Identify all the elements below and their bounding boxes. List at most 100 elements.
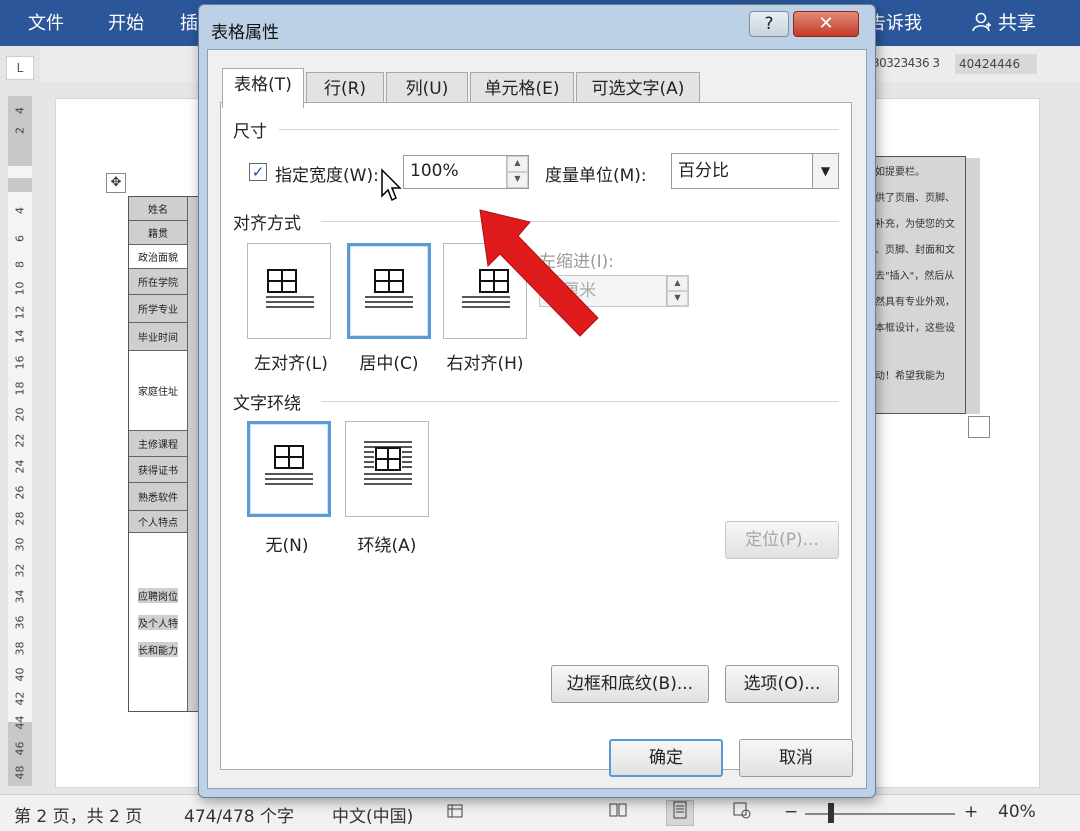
print-layout-icon[interactable] bbox=[666, 800, 694, 826]
resume-table[interactable]: 姓名 籍贯 政治面貌 所在学院 所学专业 毕业时间 家庭住址 主修课程 获得证书 熟悉软件 个人特点… bbox=[128, 196, 200, 712]
position-button[interactable]: 定位(P)... bbox=[725, 521, 839, 559]
share-button[interactable]: 共享 bbox=[972, 8, 1036, 35]
close-button[interactable]: ✕ bbox=[793, 11, 859, 37]
table-row[interactable]: 个人特点 bbox=[129, 511, 187, 533]
width-value-input[interactable]: 100% ▲ ▼ bbox=[403, 155, 529, 189]
zoom-slider-thumb[interactable] bbox=[828, 803, 834, 823]
macro-record-icon[interactable] bbox=[446, 802, 464, 825]
help-button[interactable]: ? bbox=[749, 11, 789, 37]
page-count[interactable]: 第 2 页，共 2 页 bbox=[14, 802, 142, 827]
width-spin-down-button[interactable]: ▼ bbox=[507, 172, 528, 188]
measure-unit-value: 百分比 bbox=[678, 161, 729, 181]
align-right-label: 右对齐(H) bbox=[446, 354, 524, 374]
zoom-in-button[interactable]: + bbox=[964, 802, 978, 822]
size-section-divider bbox=[279, 129, 839, 130]
specify-width-checkbox[interactable]: ✓ bbox=[249, 163, 267, 181]
read-mode-icon[interactable] bbox=[604, 800, 632, 826]
width-spin-up-button[interactable]: ▲ bbox=[507, 156, 528, 172]
language-indicator[interactable]: 中文(中国) bbox=[332, 802, 413, 827]
vertical-ruler-number: 12 bbox=[13, 305, 27, 320]
vertical-ruler-number: 4 bbox=[13, 207, 27, 214]
tab-cell[interactable]: 单元格(E) bbox=[470, 72, 574, 106]
borders-shading-button[interactable]: 边框和底纹(B)... bbox=[551, 665, 709, 703]
dialog-body: 表格(T) 行(R) 列(U) 单元格(E) 可选文字(A) 尺寸 ✓ 指定宽度… bbox=[207, 49, 867, 789]
measure-unit-label: 度量单位(M): bbox=[545, 166, 647, 186]
table-row[interactable]: 姓名 bbox=[129, 197, 187, 221]
mouse-pointer-icon bbox=[381, 168, 402, 202]
table-cell-label: 及个人特 bbox=[138, 614, 178, 630]
wrap-around-icon bbox=[364, 441, 412, 485]
right-table-text-column[interactable]: 如提要栏。 供了页眉、页脚、 补充，为使您的文 、页脚、封面和文 去"插入"，然后从 然具… bbox=[868, 156, 966, 414]
ruler-margin-numbers: 40424446 bbox=[955, 54, 1037, 74]
person-icon bbox=[972, 12, 991, 32]
table-row[interactable]: 政治面貌 bbox=[129, 245, 187, 269]
wrap-none-icon bbox=[265, 445, 313, 485]
word-count[interactable]: 474/478 个字 bbox=[184, 802, 294, 827]
wrap-around-label: 环绕(A) bbox=[357, 536, 417, 556]
measure-unit-select[interactable]: 百分比 ▼ bbox=[671, 153, 839, 189]
align-center-icon bbox=[365, 269, 413, 308]
table-cell-text: 如提要栏。 bbox=[875, 167, 925, 178]
size-section-title: 尺寸 bbox=[233, 122, 267, 142]
vertical-ruler-number: 26 bbox=[13, 485, 27, 500]
vertical-ruler-number: 42 bbox=[13, 691, 27, 706]
table-resize-handle[interactable] bbox=[968, 416, 990, 438]
wrap-section-divider bbox=[321, 401, 839, 402]
table-cell-text: 补充，为使您的文 bbox=[875, 219, 955, 230]
vertical-ruler-number: 38 bbox=[13, 641, 27, 656]
zoom-level[interactable]: 40% bbox=[998, 802, 1036, 822]
ok-button[interactable]: 确定 bbox=[609, 739, 723, 777]
table-row[interactable]: 主修课程 bbox=[129, 431, 187, 457]
table-row[interactable]: 熟悉软件 bbox=[129, 483, 187, 511]
table-move-handle[interactable]: ✥ bbox=[106, 173, 126, 193]
cancel-button[interactable]: 取消 bbox=[739, 739, 853, 777]
table-row[interactable]: 获得证书 bbox=[129, 457, 187, 483]
vertical-ruler-number: 44 bbox=[13, 715, 27, 730]
vertical-ruler-number: 48 bbox=[13, 765, 27, 780]
table-row[interactable]: 家庭住址 bbox=[129, 351, 187, 431]
vertical-ruler-number: 28 bbox=[13, 511, 27, 526]
status-bar: 第 2 页，共 2 页 474/478 个字 中文(中国) − + 40% bbox=[0, 794, 1080, 831]
ribbon-tab-file[interactable]: 文件 bbox=[28, 9, 64, 35]
table-cell-text: 然具有专业外观， bbox=[875, 297, 955, 308]
chevron-down-icon[interactable]: ▼ bbox=[812, 154, 838, 188]
ribbon-tab-home[interactable]: 开始 bbox=[108, 9, 144, 35]
indent-spin-down-button[interactable]: ▼ bbox=[667, 291, 688, 306]
table-row[interactable]: 毕业时间 bbox=[129, 323, 187, 351]
vertical-ruler-number: 14 bbox=[13, 329, 27, 344]
tab-row[interactable]: 行(R) bbox=[306, 72, 384, 106]
tab-table[interactable]: 表格(T) bbox=[222, 68, 304, 108]
table-row[interactable]: 籍贯 bbox=[129, 221, 187, 245]
zoom-out-button[interactable]: − bbox=[784, 802, 798, 822]
vertical-ruler-number: 6 bbox=[13, 235, 27, 242]
vertical-ruler-number: 18 bbox=[13, 381, 27, 396]
table-row[interactable]: 所学专业 bbox=[129, 295, 187, 323]
wrap-section-title: 文字环绕 bbox=[233, 394, 301, 414]
indent-spin-up-button[interactable]: ▲ bbox=[667, 276, 688, 291]
vertical-ruler-number: 2 bbox=[13, 127, 27, 134]
ribbon-tab-insert[interactable]: 插 bbox=[180, 9, 198, 35]
wrap-around-option[interactable] bbox=[345, 421, 429, 517]
red-arrow-icon bbox=[479, 209, 599, 337]
table-properties-dialog: 表格属性 ? ✕ 表格(T) 行(R) 列(U) 单元格(E) 可选文字(A) … bbox=[198, 4, 876, 798]
vertical-ruler-number: 24 bbox=[13, 459, 27, 474]
vertical-ruler-number: 40 bbox=[13, 667, 27, 682]
align-center-label: 居中(C) bbox=[359, 354, 419, 374]
vertical-ruler-number: 20 bbox=[13, 407, 27, 422]
tab-alt-text[interactable]: 可选文字(A) bbox=[576, 72, 700, 106]
table-row[interactable]: 应聘岗位 及个人特 长和能力 bbox=[129, 533, 187, 711]
wrap-none-option[interactable] bbox=[247, 421, 331, 517]
tell-me-box[interactable]: 告诉我 bbox=[868, 9, 922, 35]
table-row[interactable]: 所在学院 bbox=[129, 269, 187, 295]
align-left-option[interactable] bbox=[247, 243, 331, 339]
tab-selector[interactable]: L bbox=[6, 56, 34, 80]
align-center-option[interactable] bbox=[347, 243, 431, 339]
align-left-icon bbox=[266, 269, 314, 308]
align-left-label: 左对齐(L) bbox=[254, 354, 328, 374]
tab-column[interactable]: 列(U) bbox=[386, 72, 468, 106]
vertical-ruler-number: 8 bbox=[13, 261, 27, 268]
table-cell-text: 本框设计，这些设 bbox=[875, 323, 955, 334]
table-cell-text: 动！希望我能为 bbox=[875, 371, 945, 382]
options-button[interactable]: 选项(O)... bbox=[725, 665, 839, 703]
web-layout-icon[interactable] bbox=[728, 800, 756, 826]
